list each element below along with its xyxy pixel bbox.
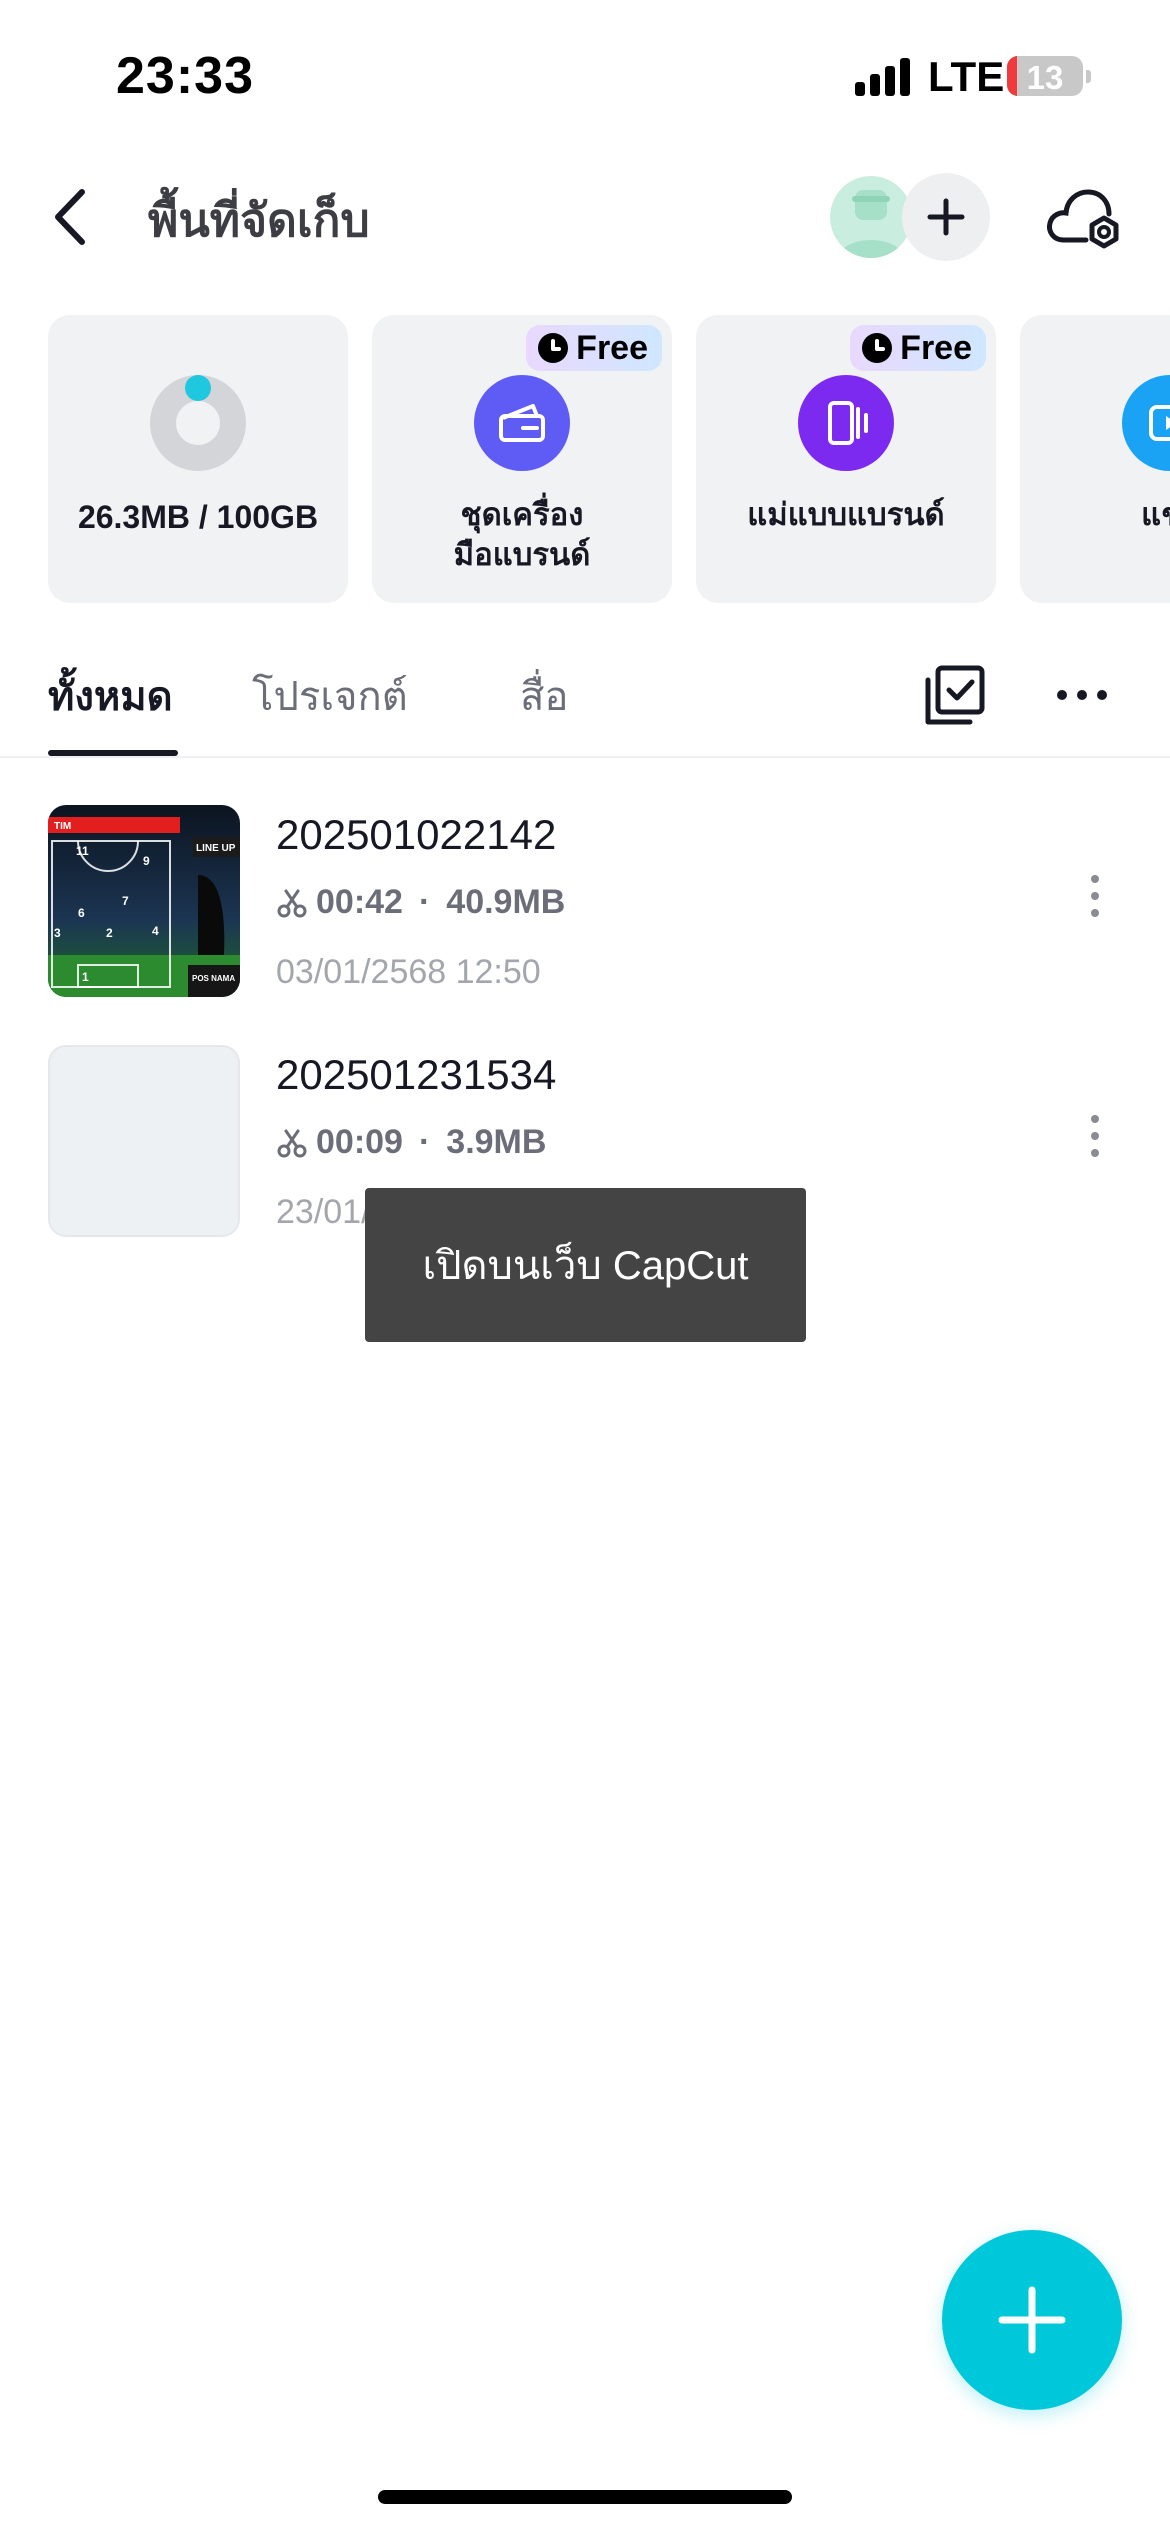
battery-icon: 13 bbox=[1007, 56, 1083, 96]
storage-ring-icon bbox=[150, 375, 246, 471]
free-badge: Free bbox=[526, 325, 662, 371]
brand-kit-card[interactable]: Free ชุดเครื่อง มือแบรนด์ bbox=[372, 315, 672, 603]
battery-cap bbox=[1086, 70, 1091, 83]
free-badge-label: Free bbox=[900, 328, 972, 367]
brand-template-icon bbox=[798, 375, 894, 471]
thumb-team-label: TIM bbox=[54, 821, 71, 832]
svg-text:9: 9 bbox=[143, 854, 150, 868]
item-date: 03/01/2568 12:50 bbox=[276, 953, 541, 991]
project-thumbnail: TIM LINE UP 11 9 7 6 3 2 4 1 POS NAMA bbox=[48, 805, 240, 997]
plus-icon bbox=[998, 2286, 1066, 2354]
item-duration: 00:42 bbox=[316, 883, 403, 921]
status-bar: 23:33 LTE 13 bbox=[0, 0, 1170, 150]
tab-all[interactable]: ทั้งหมด bbox=[48, 664, 173, 728]
battery-percent: 13 bbox=[1026, 59, 1064, 96]
item-size: 40.9MB bbox=[446, 883, 566, 921]
svg-text:2: 2 bbox=[106, 926, 113, 940]
item-duration: 00:09 bbox=[316, 1123, 403, 1161]
signal-icon bbox=[855, 58, 913, 96]
svg-text:3: 3 bbox=[54, 926, 61, 940]
tab-projects[interactable]: โปรเจกต์ bbox=[252, 664, 408, 728]
tab-media[interactable]: สื่อ bbox=[520, 664, 568, 728]
more-icon[interactable] bbox=[1052, 670, 1112, 720]
share-card[interactable]: แชร์ bbox=[1020, 315, 1170, 603]
item-more-icon[interactable] bbox=[1080, 875, 1110, 931]
add-member-button[interactable] bbox=[902, 173, 990, 261]
svg-text:1: 1 bbox=[82, 970, 89, 984]
storage-card[interactable]: 26.3MB / 100GB bbox=[48, 315, 348, 603]
svg-text:6: 6 bbox=[78, 906, 85, 920]
share-icon bbox=[1122, 375, 1170, 471]
free-badge-label: Free bbox=[576, 328, 648, 367]
item-name: 202501022142 bbox=[276, 811, 557, 858]
clock-icon bbox=[538, 333, 569, 363]
wallet-icon bbox=[499, 404, 545, 442]
share-label: แชร์ bbox=[1141, 497, 1170, 532]
brand-kit-label-line2: มือแบรนด์ bbox=[453, 537, 591, 572]
video-share-icon bbox=[1149, 405, 1170, 441]
template-icon bbox=[828, 401, 868, 445]
scissors-icon bbox=[277, 1129, 307, 1157]
free-badge: Free bbox=[850, 325, 986, 371]
meta-separator: · bbox=[418, 883, 431, 921]
chevron-left-icon bbox=[55, 189, 85, 245]
storage-usage: 26.3MB / 100GB bbox=[77, 499, 319, 535]
svg-text:7: 7 bbox=[122, 894, 129, 908]
home-indicator bbox=[378, 2490, 792, 2504]
brand-template-label: แม่แบบแบรนด์ bbox=[747, 497, 945, 532]
list-item[interactable]: TIM LINE UP 11 9 7 6 3 2 4 1 POS NAMA 202501… bbox=[0, 805, 1170, 1005]
brand-kit-label: ชุดเครื่อง มือแบรนด์ bbox=[372, 495, 672, 575]
header: พื้นที่จัดเก็บ bbox=[0, 160, 1170, 270]
back-button[interactable] bbox=[40, 182, 100, 252]
create-button[interactable] bbox=[942, 2230, 1122, 2410]
user-icon bbox=[838, 190, 904, 258]
scissors-icon bbox=[277, 889, 307, 917]
thumb-footer-label: POS NAMA bbox=[192, 974, 235, 983]
item-more-icon[interactable] bbox=[1080, 1115, 1110, 1171]
page-title: พื้นที่จัดเก็บ bbox=[148, 194, 370, 246]
project-thumbnail bbox=[48, 1045, 240, 1237]
item-meta: 00:09 · 3.9MB bbox=[276, 1123, 546, 1162]
avatar[interactable] bbox=[830, 176, 912, 258]
football-lineup-thumbnail: TIM LINE UP 11 9 7 6 3 2 4 1 POS NAMA bbox=[48, 805, 240, 997]
plus-icon bbox=[927, 198, 965, 236]
status-time: 23:33 bbox=[116, 47, 254, 105]
meta-separator: · bbox=[418, 1123, 431, 1161]
brand-kit-label-line1: ชุดเครื่อง bbox=[460, 497, 584, 532]
item-meta: 00:42 · 40.9MB bbox=[276, 883, 565, 922]
toast-message: เปิดบนเว็บ CapCut bbox=[365, 1188, 806, 1342]
network-type: LTE bbox=[928, 53, 1005, 100]
item-size: 3.9MB bbox=[446, 1123, 547, 1161]
thumb-lineup-label: LINE UP bbox=[196, 843, 236, 854]
brand-kit-icon bbox=[474, 375, 570, 471]
feature-cards: 26.3MB / 100GB Free ชุดเครื่อง มือแบรนด์… bbox=[0, 315, 1170, 605]
tab-bar: ทั้งหมด โปรเจกต์ สื่อ bbox=[0, 640, 1170, 758]
item-name: 202501231534 bbox=[276, 1051, 557, 1098]
svg-text:11: 11 bbox=[76, 844, 89, 858]
brand-template-card[interactable]: Free แม่แบบแบรนด์ bbox=[696, 315, 996, 603]
multi-select-icon[interactable] bbox=[922, 662, 988, 728]
cloud-settings-icon[interactable] bbox=[1044, 182, 1124, 254]
active-tab-indicator bbox=[48, 750, 178, 756]
clock-icon bbox=[862, 333, 893, 363]
svg-text:4: 4 bbox=[152, 924, 159, 938]
